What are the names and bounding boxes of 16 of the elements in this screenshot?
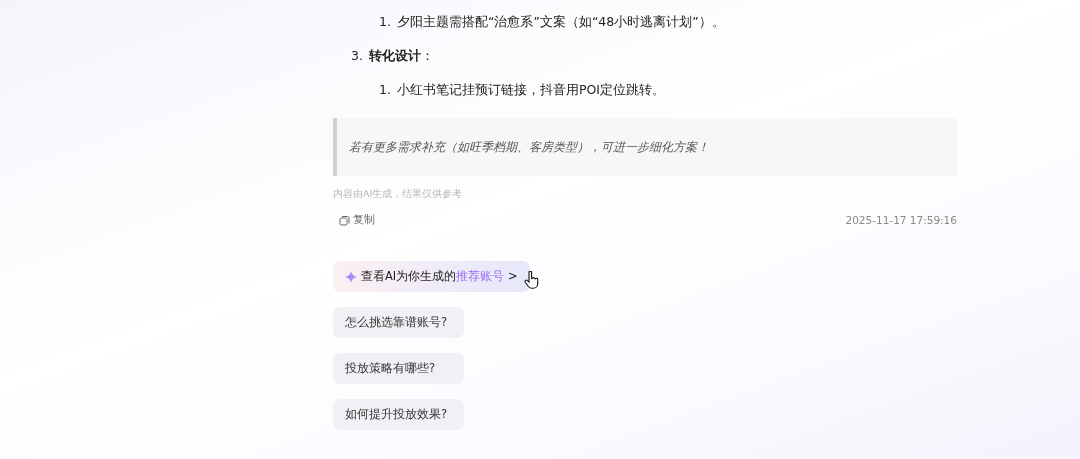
copy-button[interactable]: 复制 (339, 213, 375, 227)
list-text: 小红书笔记挂预订链接，抖音用POI定位跳转。 (396, 81, 665, 99)
suggestion-button[interactable]: 如何提升投放效果? (333, 399, 464, 430)
list-number: 3. (351, 47, 363, 65)
list-text: 转化设计： (368, 47, 434, 65)
suggestion-button[interactable]: 投放策略有哪些? (333, 353, 464, 384)
hand-cursor-icon (523, 271, 540, 289)
copy-icon (339, 214, 350, 226)
list-text: 夕阳主题需搭配“治愈系”文案（如“48小时逃离计划”）。 (396, 13, 725, 31)
quote-text: 若有更多需求补充（如旺季档期、客房类型），可进一步细化方案！ (349, 138, 709, 156)
timestamp: 2025-11-17 17:59:16 (845, 214, 957, 226)
sparkle-icon (345, 270, 357, 283)
suggestion-button[interactable]: 怎么挑选靠谱账号? (333, 307, 464, 338)
list-number: 1. (379, 13, 391, 31)
list-number: 1. (379, 81, 391, 99)
disclaimer-text: 内容由AI生成，结果仅供参考 (333, 188, 464, 201)
